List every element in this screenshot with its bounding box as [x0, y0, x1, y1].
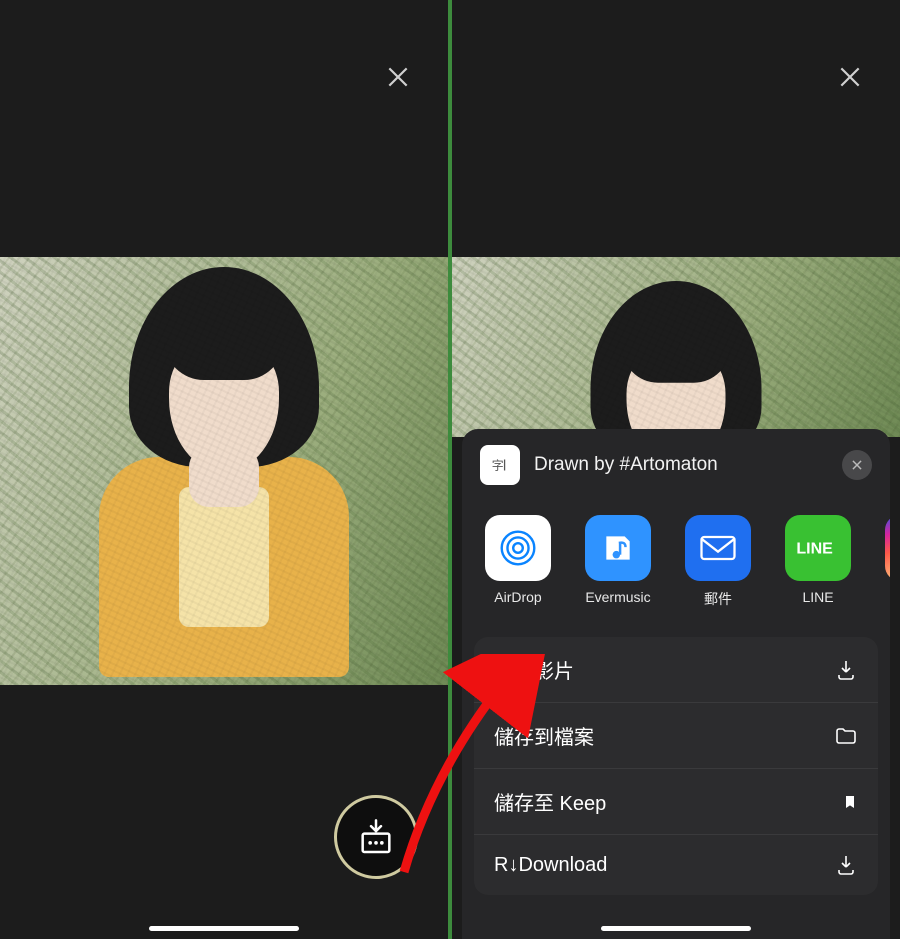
- action-save-to-keep[interactable]: 儲存至 Keep: [474, 769, 878, 835]
- app-label: Evermusic: [585, 589, 650, 605]
- action-label: R↓Download: [494, 854, 607, 877]
- artwork-preview: [452, 257, 900, 437]
- evermusic-icon: [585, 515, 651, 581]
- share-app-line[interactable]: LINE LINE: [780, 515, 856, 609]
- share-app-mail[interactable]: 郵件: [680, 515, 756, 609]
- close-button[interactable]: [376, 55, 420, 99]
- action-save-video[interactable]: 儲存影片: [474, 637, 878, 703]
- download-icon: [356, 817, 396, 857]
- svg-text:LINE: LINE: [796, 541, 833, 558]
- action-save-to-files[interactable]: 儲存到檔案: [474, 703, 878, 769]
- app-label: LINE: [802, 589, 833, 605]
- preview-screen-left: [0, 0, 448, 939]
- action-rdownload[interactable]: R↓Download: [474, 835, 878, 895]
- line-icon: LINE: [785, 515, 851, 581]
- share-actions-list: 儲存影片 儲存到檔案 儲存至 Keep R↓Download: [474, 637, 878, 895]
- app-label: 郵件: [704, 589, 732, 609]
- share-app-evermusic[interactable]: Evermusic: [580, 515, 656, 609]
- action-label: 儲存影片: [494, 655, 574, 684]
- svg-text:字: 字: [492, 459, 504, 473]
- close-button[interactable]: [828, 55, 872, 99]
- download-icon: [834, 853, 858, 877]
- share-apps-row: AirDrop Evermusic: [462, 499, 890, 621]
- share-app-instagram[interactable]: Ins: [880, 515, 890, 609]
- share-sheet: 字 Drawn by #Artomaton AirDrop: [462, 429, 890, 939]
- document-icon: 字: [480, 445, 520, 485]
- share-header: 字 Drawn by #Artomaton: [462, 429, 890, 499]
- instagram-icon: [885, 515, 890, 581]
- share-app-airdrop[interactable]: AirDrop: [480, 515, 556, 609]
- app-label: AirDrop: [494, 589, 541, 605]
- preview-screen-right: 字 Drawn by #Artomaton AirDrop: [452, 0, 900, 939]
- action-label: 儲存到檔案: [494, 721, 594, 750]
- folder-icon: [834, 724, 858, 748]
- airdrop-icon: [485, 515, 551, 581]
- close-icon: [850, 458, 864, 472]
- artwork-preview: [0, 257, 448, 685]
- home-indicator: [149, 926, 299, 931]
- close-icon: [385, 64, 411, 90]
- share-close-button[interactable]: [842, 450, 872, 480]
- action-label: 儲存至 Keep: [494, 787, 606, 816]
- mail-icon: [685, 515, 751, 581]
- close-icon: [837, 64, 863, 90]
- bookmark-icon: [842, 790, 858, 814]
- download-button[interactable]: [334, 795, 418, 879]
- home-indicator: [601, 926, 751, 931]
- share-title: Drawn by #Artomaton: [534, 454, 842, 476]
- download-icon: [834, 658, 858, 682]
